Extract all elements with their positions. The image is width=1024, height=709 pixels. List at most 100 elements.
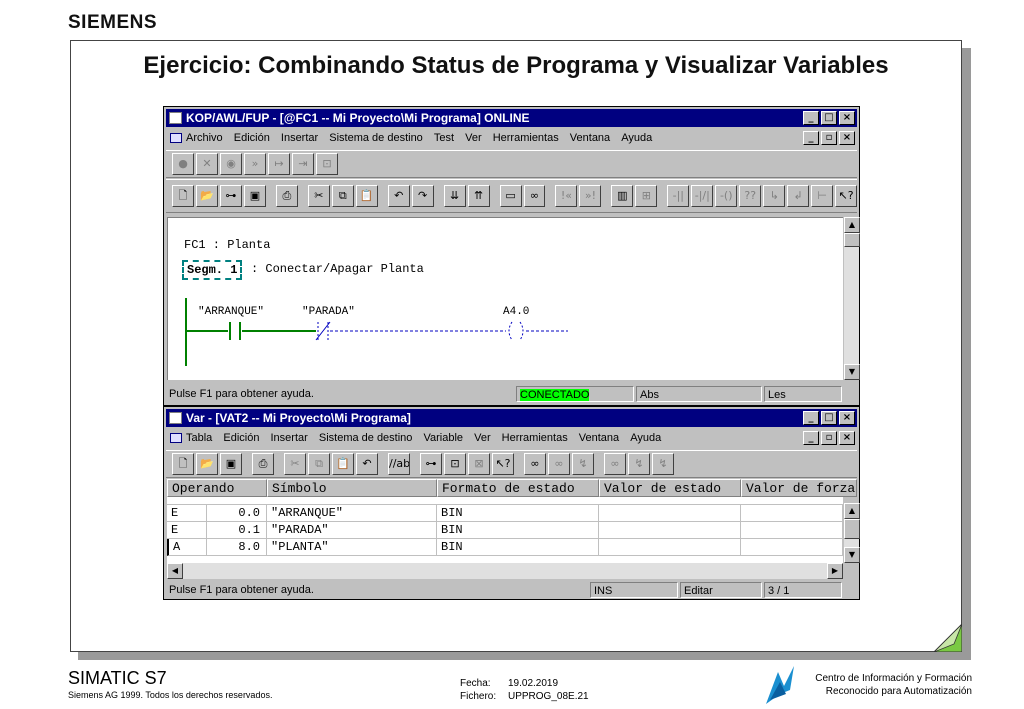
cut-icon[interactable]: ✂ xyxy=(284,453,306,475)
accessible-nodes-icon[interactable]: ⊶ xyxy=(219,185,242,207)
stop-icon[interactable]: ⊠ xyxy=(468,453,490,475)
coil-icon[interactable]: -() xyxy=(715,185,738,207)
upload-icon[interactable]: ⇈ xyxy=(467,185,490,207)
help-icon[interactable]: ↖? xyxy=(835,185,858,207)
copy-icon[interactable]: ⧉ xyxy=(331,185,354,207)
editor-scrollbar[interactable]: ▲ ▼ xyxy=(843,217,860,380)
menu-edicion[interactable]: Edición xyxy=(234,128,270,148)
branch-close-icon[interactable]: ↲ xyxy=(787,185,810,207)
scroll-down-icon[interactable]: ▼ xyxy=(844,364,860,380)
next-error-icon[interactable]: »! xyxy=(579,185,602,207)
mdi-close-button[interactable]: × xyxy=(839,131,855,145)
prev-error-icon[interactable]: !« xyxy=(555,185,578,207)
menu-ayuda[interactable]: Ayuda xyxy=(630,428,661,448)
copy-icon[interactable]: ⧉ xyxy=(308,453,330,475)
cell-area[interactable]: E xyxy=(167,522,207,539)
menu-sistema-destino[interactable]: Sistema de destino xyxy=(329,128,423,148)
undo-icon[interactable]: ↶ xyxy=(387,185,410,207)
mdi-minimize-button[interactable]: _ xyxy=(803,131,819,145)
column-header-formato[interactable]: Formato de estado xyxy=(437,479,599,497)
menu-sistema-destino[interactable]: Sistema de destino xyxy=(319,428,413,448)
column-header-valor-forzado[interactable]: Valor de forzado xyxy=(741,479,857,497)
cell-address[interactable]: 0.0 xyxy=(207,505,267,522)
menu-ver[interactable]: Ver xyxy=(474,428,491,448)
var-table[interactable]: Operando Símbolo Formato de estado Valor… xyxy=(167,479,857,563)
kop-titlebar[interactable]: KOP/AWL/FUP - [@FC1 -- Mi Proyecto\Mi Pr… xyxy=(166,109,857,127)
maximize-button[interactable]: □ xyxy=(821,411,837,425)
maximize-button[interactable]: □ xyxy=(821,111,837,125)
menu-archivo[interactable]: Archivo xyxy=(186,128,223,148)
operating-mode-icon[interactable]: ⊡ xyxy=(444,453,466,475)
branch-open-icon[interactable]: ↳ xyxy=(763,185,786,207)
open-icon[interactable]: 📂 xyxy=(195,185,218,207)
scroll-up-icon[interactable]: ▲ xyxy=(844,503,860,519)
cut-icon[interactable]: ✂ xyxy=(307,185,330,207)
cell-symbol[interactable]: "PARADA" xyxy=(267,522,437,539)
monitor-icon[interactable]: ● xyxy=(172,153,194,175)
close-button[interactable]: × xyxy=(839,411,855,425)
minimize-button[interactable]: _ xyxy=(803,411,819,425)
mdi-minimize-button[interactable]: _ xyxy=(803,431,819,445)
scroll-left-icon[interactable]: ◀ xyxy=(167,563,183,579)
menu-variable[interactable]: Variable xyxy=(423,428,463,448)
minimize-button[interactable]: _ xyxy=(803,111,819,125)
cell-format[interactable]: BIN xyxy=(437,505,599,522)
stop-icon[interactable]: ✕ xyxy=(196,153,218,175)
accessible-nodes-icon[interactable]: ⊶ xyxy=(420,453,442,475)
paste-icon[interactable]: 📋 xyxy=(332,453,354,475)
force-icon[interactable]: ∞ xyxy=(604,453,626,475)
cell-address[interactable]: 8.0 xyxy=(207,539,267,556)
menu-ver[interactable]: Ver xyxy=(465,128,482,148)
run-icon[interactable]: ◉ xyxy=(220,153,242,175)
modify-icon[interactable]: ↯ xyxy=(572,453,594,475)
menu-tabla[interactable]: Tabla xyxy=(186,428,212,448)
print-icon[interactable]: ⎙ xyxy=(275,185,298,207)
open-icon[interactable]: 📂 xyxy=(196,453,218,475)
symbol-icon[interactable]: //ab xyxy=(388,453,410,475)
cell-area[interactable]: A xyxy=(167,539,207,556)
save-icon[interactable]: ▣ xyxy=(243,185,266,207)
table-scrollbar[interactable]: ▲ ▼ xyxy=(843,503,860,563)
help-icon[interactable]: ↖? xyxy=(492,453,514,475)
var-titlebar[interactable]: Var - [VAT2 -- Mi Proyecto\Mi Programa] … xyxy=(166,409,857,427)
breakpoint-icon[interactable]: ⊡ xyxy=(316,153,338,175)
column-header-operando[interactable]: Operando xyxy=(167,479,267,497)
menu-herramientas[interactable]: Herramientas xyxy=(493,128,559,148)
cell-address[interactable]: 0.1 xyxy=(207,522,267,539)
ladder-editor[interactable]: FC1 : Planta Segm. 1 : Conectar/Apagar P… xyxy=(167,217,843,380)
contact-nc-icon[interactable]: -|/| xyxy=(691,185,714,207)
close-button[interactable]: × xyxy=(839,111,855,125)
save-icon[interactable]: ▣ xyxy=(220,453,242,475)
network-icon[interactable]: ⊞ xyxy=(635,185,658,207)
step-icon[interactable]: » xyxy=(244,153,266,175)
mdi-close-button[interactable]: × xyxy=(839,431,855,445)
cell-area[interactable]: E xyxy=(167,505,207,522)
overview-icon[interactable]: ▭ xyxy=(499,185,522,207)
undo-icon[interactable]: ↶ xyxy=(356,453,378,475)
menu-ventana[interactable]: Ventana xyxy=(579,428,619,448)
scroll-thumb[interactable] xyxy=(844,233,860,247)
scroll-down-icon[interactable]: ▼ xyxy=(844,547,860,563)
scroll-thumb[interactable] xyxy=(844,519,860,539)
paste-icon[interactable]: 📋 xyxy=(355,185,378,207)
catalog-icon[interactable]: ▥ xyxy=(611,185,634,207)
new-icon[interactable]: 🗋 xyxy=(172,453,194,475)
cell-symbol[interactable]: "PLANTA" xyxy=(267,539,437,556)
mdi-restore-button[interactable]: ▫ xyxy=(821,131,837,145)
menu-ventana[interactable]: Ventana xyxy=(570,128,610,148)
column-header-simbolo[interactable]: Símbolo xyxy=(267,479,437,497)
force-once-icon[interactable]: ↯ xyxy=(628,453,650,475)
monitor-glasses-icon[interactable]: ∞ xyxy=(524,453,546,475)
mdi-restore-button[interactable]: ▫ xyxy=(821,431,837,445)
monitor-glasses-icon[interactable]: ∞ xyxy=(523,185,546,207)
menu-test[interactable]: Test xyxy=(434,128,454,148)
monitor-once-icon[interactable]: ∞ xyxy=(548,453,570,475)
cell-format[interactable]: BIN xyxy=(437,539,599,556)
menu-insertar[interactable]: Insertar xyxy=(271,428,308,448)
box-icon[interactable]: ?? xyxy=(739,185,762,207)
table-hscrollbar[interactable]: ◀ ▶ xyxy=(167,563,843,579)
column-header-valor-estado[interactable]: Valor de estado xyxy=(599,479,741,497)
var-window[interactable]: Var - [VAT2 -- Mi Proyecto\Mi Programa] … xyxy=(163,406,860,600)
menu-edicion[interactable]: Edición xyxy=(223,428,259,448)
download-icon[interactable]: ⇊ xyxy=(443,185,466,207)
